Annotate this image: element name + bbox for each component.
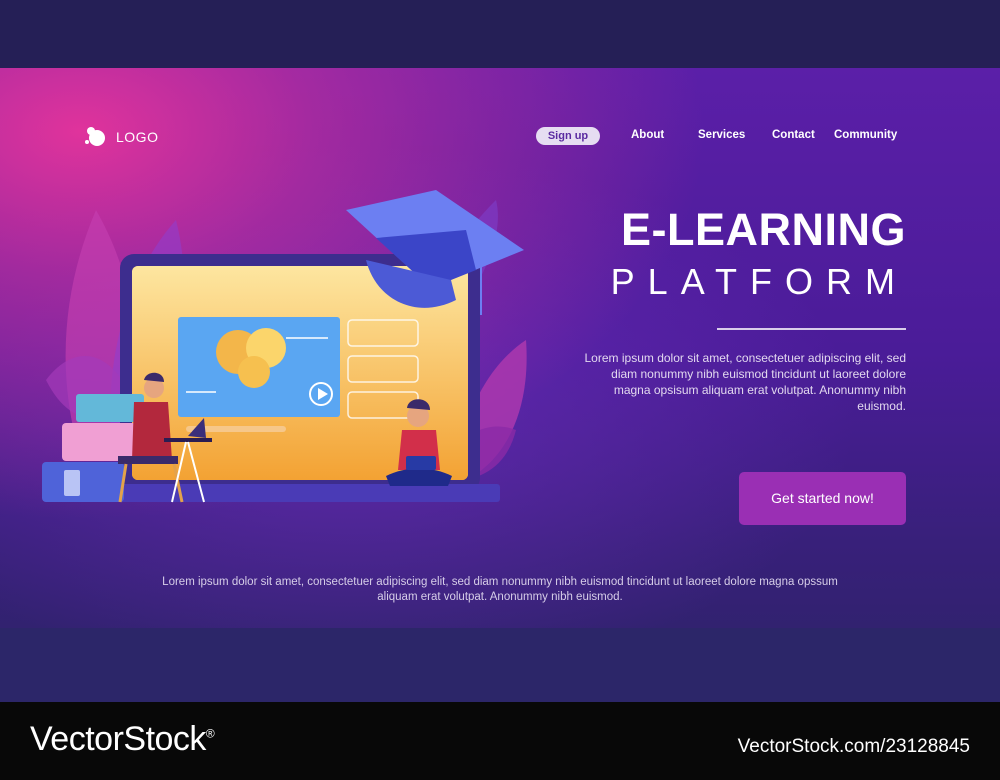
nav-link-about[interactable]: About: [631, 129, 664, 141]
registered-mark: ®: [205, 726, 215, 741]
e-learning-illustration: [42, 190, 527, 503]
hero-band-bottom: [0, 628, 1000, 702]
nav-link-community[interactable]: Community: [834, 129, 897, 141]
hero-title-line2: PLATFORM: [610, 261, 908, 302]
watermark-brand-text: VectorStock: [30, 720, 206, 758]
watermark-brand: VectorStock®: [30, 720, 215, 759]
logo-mark-icon: [85, 127, 105, 146]
footer-text: Lorem ipsum dolor sit amet, consectetuer…: [162, 576, 838, 603]
hero-title-line1: E-LEARNING: [621, 204, 906, 255]
get-started-button[interactable]: Get started now!: [739, 472, 906, 525]
logo[interactable]: LOGO: [84, 126, 174, 148]
logo-text: LOGO: [116, 129, 159, 145]
signup-button[interactable]: Sign up: [536, 127, 600, 145]
hero-divider: [717, 328, 906, 330]
nav-link-services[interactable]: Services: [698, 129, 745, 141]
nav-link-contact[interactable]: Contact: [772, 129, 815, 141]
watermark-id: VectorStock.com/23128845: [737, 736, 970, 757]
hero-description: Lorem ipsum dolor sit amet, consectetuer…: [584, 351, 907, 413]
